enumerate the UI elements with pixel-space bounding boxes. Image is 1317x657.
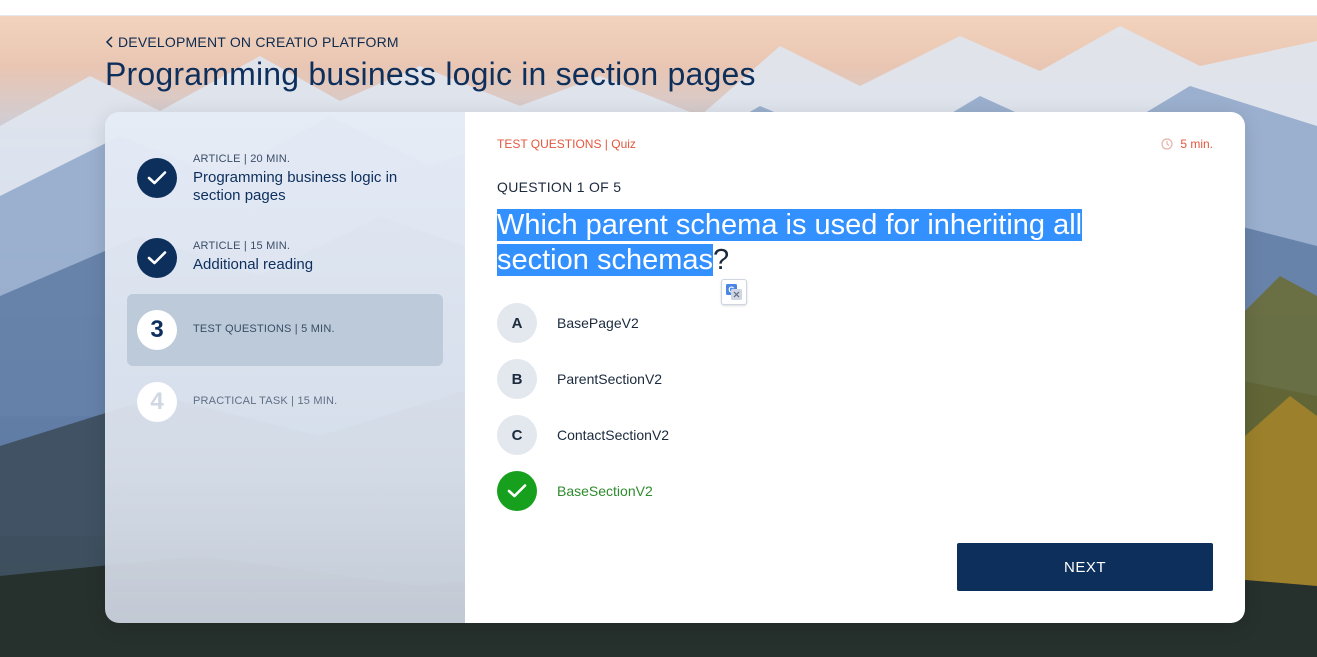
check-icon	[147, 251, 167, 265]
step-item-4[interactable]: 4 PRACTICAL TASK | 15 MIN.	[127, 378, 443, 426]
back-to-course-link[interactable]: DEVELOPMENT ON CREATIO PLATFORM	[105, 34, 399, 50]
step-number-badge: 3	[137, 310, 177, 350]
step-item-1[interactable]: ARTICLE | 20 MIN. Programming business l…	[127, 146, 443, 210]
page-title: Programming business logic in section pa…	[105, 56, 756, 92]
step-meta: ARTICLE | 20 MIN.	[193, 153, 291, 165]
answer-option-d[interactable]: BaseSectionV2	[497, 471, 897, 511]
step-meta: TEST QUESTIONS | 5 MIN.	[193, 323, 335, 335]
step-name: Programming business logic in section pa…	[193, 169, 398, 204]
option-letter-badge: A	[497, 303, 537, 343]
next-button[interactable]: NEXT	[957, 543, 1213, 591]
option-letter-badge: C	[497, 415, 537, 455]
back-link-label: DEVELOPMENT ON CREATIO PLATFORM	[118, 34, 399, 50]
answer-option-c[interactable]: C ContactSectionV2	[497, 415, 897, 455]
check-icon	[507, 484, 527, 498]
step-done-badge	[137, 238, 177, 278]
step-item-3[interactable]: 3 TEST QUESTIONS | 5 MIN.	[127, 294, 443, 366]
step-meta: PRACTICAL TASK | 15 MIN.	[193, 395, 338, 407]
option-letter-badge: B	[497, 359, 537, 399]
answer-option-b[interactable]: B ParentSectionV2	[497, 359, 897, 399]
step-number-badge: 4	[137, 382, 177, 422]
step-text: ARTICLE | 15 MIN. Additional reading	[193, 240, 313, 274]
quiz-timer: 5 min.	[1161, 137, 1213, 151]
translate-popup-button[interactable]: G	[721, 279, 747, 305]
check-icon	[147, 171, 167, 185]
option-label: BaseSectionV2	[557, 483, 653, 499]
google-translate-icon: G	[726, 284, 742, 300]
step-text: ARTICLE | 20 MIN. Programming business l…	[193, 153, 433, 205]
step-meta: ARTICLE | 15 MIN.	[193, 240, 291, 252]
lesson-steps-panel: ARTICLE | 20 MIN. Programming business l…	[105, 112, 465, 623]
step-text: PRACTICAL TASK | 15 MIN.	[193, 395, 337, 407]
quiz-crumb: TEST QUESTIONS | Quiz	[497, 137, 636, 151]
option-label: BasePageV2	[557, 315, 639, 331]
step-done-badge	[137, 158, 177, 198]
option-label: ParentSectionV2	[557, 371, 663, 387]
timer-label: 5 min.	[1180, 137, 1213, 151]
option-correct-badge	[497, 471, 537, 511]
step-text: TEST QUESTIONS | 5 MIN.	[193, 323, 335, 335]
clock-icon	[1161, 138, 1173, 150]
lesson-card: ARTICLE | 20 MIN. Programming business l…	[105, 112, 1245, 623]
question-tail: ?	[713, 244, 730, 276]
quiz-panel: TEST QUESTIONS | Quiz 5 min. QUESTION 1 …	[465, 112, 1245, 623]
option-label: ContactSectionV2	[557, 427, 670, 443]
question-text: Which parent schema is used for inheriti…	[497, 208, 1177, 278]
step-item-2[interactable]: ARTICLE | 15 MIN. Additional reading	[127, 230, 443, 286]
answer-option-a[interactable]: A BasePageV2	[497, 303, 897, 343]
step-name: Additional reading	[193, 256, 314, 273]
question-number: QUESTION 1 OF 5	[497, 179, 622, 195]
question-selected-text: Which parent schema is used for inheriti…	[497, 209, 1083, 276]
browser-top-strip	[0, 0, 1317, 16]
chevron-left-icon	[105, 36, 113, 48]
